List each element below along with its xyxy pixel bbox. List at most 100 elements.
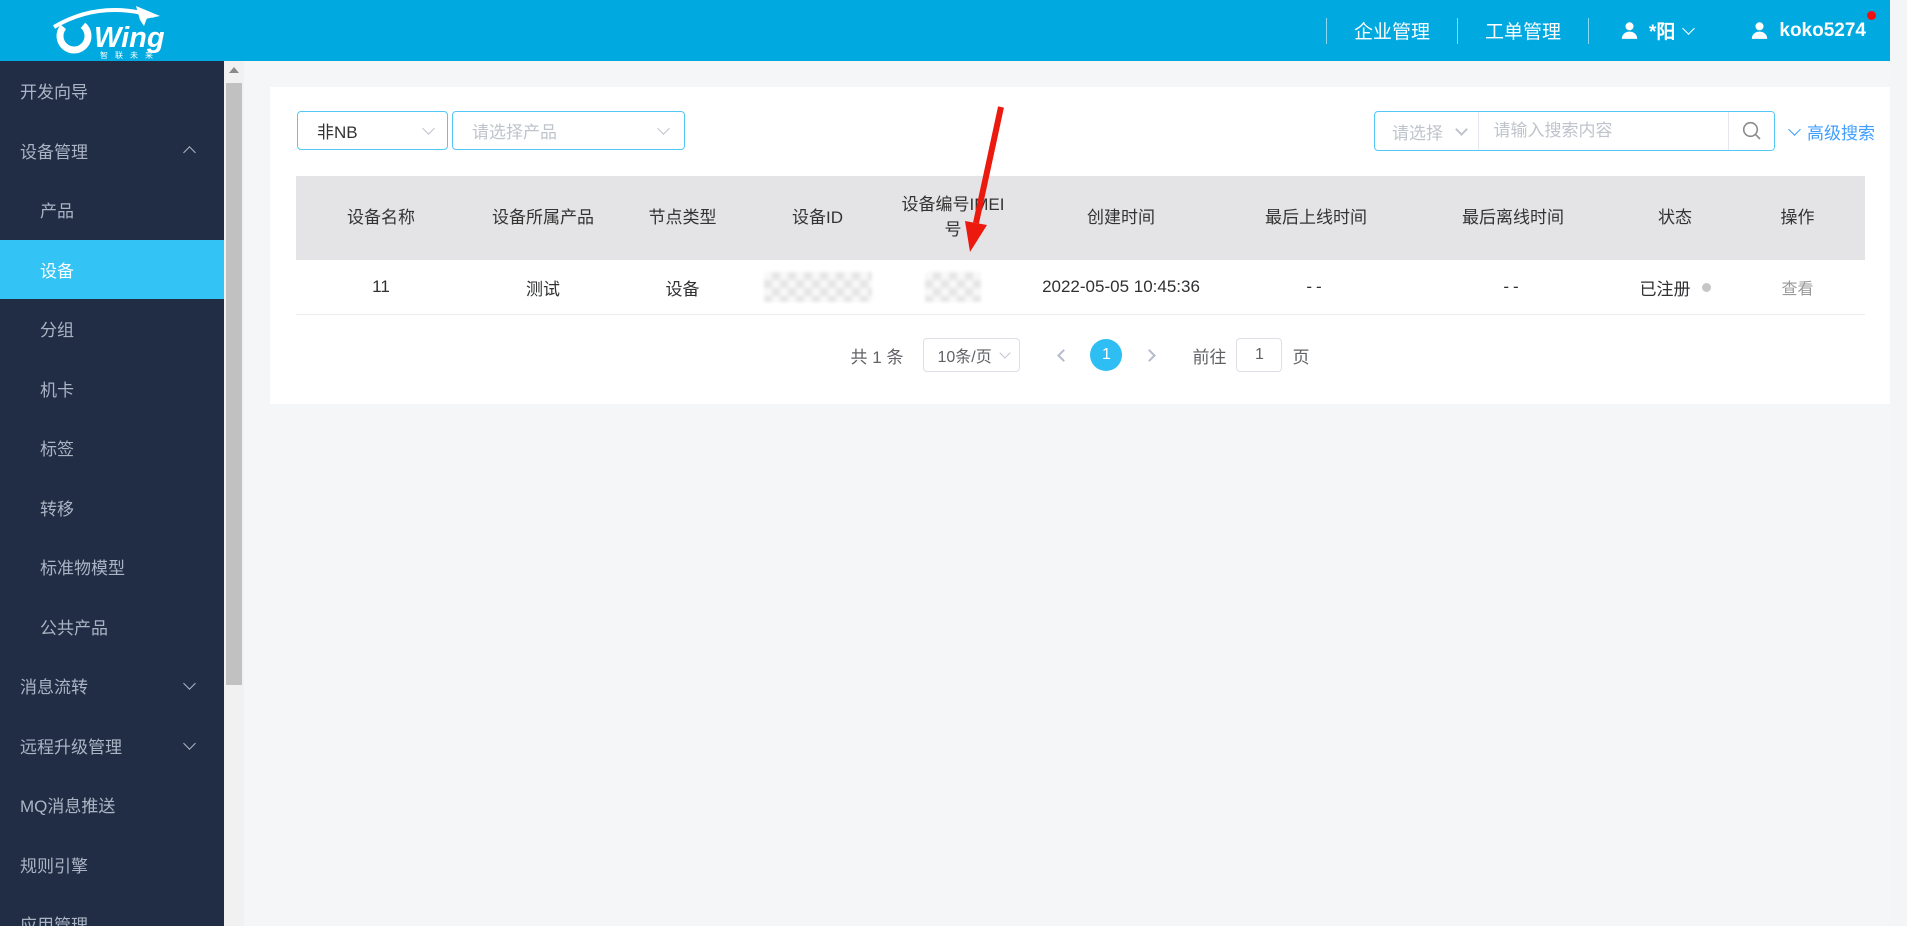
top-bar: Wing 智联未来 企业管理 工单管理 *阳 koko5274: [0, 0, 1890, 61]
goto-page-input[interactable]: [1236, 338, 1283, 372]
search-field-select[interactable]: 请选择: [1375, 112, 1480, 150]
sidebar-item-label: 远程升级管理: [20, 737, 122, 757]
sidebar-item-dev-guide[interactable]: 开发向导: [0, 61, 224, 121]
search-icon: [1742, 121, 1761, 140]
sidebar-item-message-flow[interactable]: 消息流转: [0, 656, 224, 716]
col-last-offline: 最后离线时间: [1462, 207, 1564, 227]
user-name: *阳: [1648, 22, 1676, 43]
sidebar-item-label: 转移: [40, 499, 74, 519]
cell-device-id: [745, 260, 890, 314]
goto-label: 前往: [1192, 347, 1227, 367]
table-header: 设备名称 设备所属产品 节点类型 设备ID 设备编号IMEI号 创建时间 最后上…: [296, 176, 1865, 260]
product-select-placeholder: 请选择产品: [472, 123, 557, 142]
chevron-down-icon: [1788, 122, 1801, 136]
sidebar-item-group[interactable]: 分组: [0, 299, 224, 359]
sidebar-scrollbar: [224, 61, 244, 926]
device-table: 设备名称 设备所属产品 节点类型 设备ID 设备编号IMEI号 创建时间 最后上…: [296, 176, 1865, 315]
advanced-search-label: 高级搜索: [1807, 123, 1875, 143]
next-page-button[interactable]: [1134, 338, 1164, 372]
search-button[interactable]: [1728, 112, 1774, 150]
product-select[interactable]: 请选择产品: [452, 111, 685, 150]
account-menu[interactable]: koko5274: [1749, 10, 1876, 42]
sidebar-item-label: 消息流转: [20, 678, 88, 698]
col-actions: 操作: [1780, 207, 1815, 227]
search-input[interactable]: [1479, 112, 1729, 150]
cell-created-at: 2022-05-05 10:45:36: [1042, 277, 1200, 296]
sidebar: 开发向导 设备管理 产品 设备 分组 机卡 标签 转移 标准物模型 公共产品 消…: [0, 61, 224, 926]
scrollbar-thumb[interactable]: [226, 83, 242, 685]
sidebar-item-label: 开发向导: [20, 83, 88, 103]
chevron-down-icon: [422, 122, 435, 135]
page-size-select[interactable]: 10条/页: [923, 338, 1021, 372]
chevron-up-icon: [183, 145, 196, 159]
sidebar-item-sim-card[interactable]: 机卡: [0, 359, 224, 419]
device-type-value: 非NB: [317, 123, 358, 142]
view-link[interactable]: 查看: [1781, 275, 1813, 299]
sidebar-item-tag[interactable]: 标签: [0, 418, 224, 478]
col-product: 设备所属产品: [492, 207, 594, 227]
advanced-search-link[interactable]: 高级搜索: [1788, 111, 1875, 151]
cell-node-type: 设备: [665, 279, 700, 299]
nav-enterprise-management[interactable]: 企业管理: [1327, 17, 1457, 44]
device-type-select[interactable]: 非NB: [297, 111, 448, 150]
sidebar-item-remote-upgrade[interactable]: 远程升级管理: [0, 716, 224, 776]
account-name: koko5274: [1779, 19, 1866, 41]
chevron-down-icon: [657, 122, 670, 135]
col-created-at: 创建时间: [1087, 207, 1155, 227]
sidebar-item-mq-push[interactable]: MQ消息推送: [0, 775, 224, 835]
notification-dot: [1867, 10, 1876, 20]
cell-last-offline: --: [1503, 277, 1523, 296]
cell-product: 测试: [526, 279, 560, 299]
scrollbar-up-button[interactable]: [224, 61, 244, 79]
col-device-id: 设备ID: [792, 207, 843, 227]
sidebar-item-label: 设备: [40, 261, 74, 281]
search-box: 请选择: [1374, 111, 1775, 151]
sidebar-item-public-product[interactable]: 公共产品: [0, 597, 224, 657]
col-last-online: 最后上线时间: [1265, 207, 1367, 227]
sidebar-item-label: 产品: [40, 202, 74, 222]
sidebar-item-label: 机卡: [40, 380, 74, 400]
sidebar-item-device-management[interactable]: 设备管理: [0, 121, 224, 181]
sidebar-item-label: 公共产品: [40, 618, 108, 638]
chevron-down-icon: [183, 736, 196, 750]
search-field-placeholder: 请选择: [1392, 123, 1443, 143]
page-number-1[interactable]: 1: [1090, 339, 1123, 371]
cell-actions: 查看: [1730, 260, 1865, 314]
sidebar-item-label: 标准物模型: [40, 559, 125, 579]
cell-last-online: --: [1306, 277, 1326, 296]
sidebar-item-rule-engine[interactable]: 规则引擎: [0, 835, 224, 895]
sidebar-item-standard-thing-model[interactable]: 标准物模型: [0, 537, 224, 597]
col-imei: 设备编号IMEI号: [901, 195, 1005, 239]
nav-workorder-management[interactable]: 工单管理: [1458, 17, 1588, 44]
cell-imei: [890, 260, 1016, 314]
goto-page-group: 前往 页: [1192, 338, 1309, 372]
sidebar-item-transfer[interactable]: 转移: [0, 478, 224, 538]
sidebar-item-product[interactable]: 产品: [0, 180, 224, 240]
cell-device-name: 11: [372, 277, 390, 296]
redacted-imei: [925, 272, 981, 302]
page-scrollbar-gutter: [1890, 0, 1907, 926]
chevron-down-icon: [183, 677, 196, 691]
col-status: 状态: [1658, 207, 1692, 227]
sidebar-item-label: 规则引擎: [20, 856, 88, 876]
sidebar-item-label: 应用管理: [20, 916, 88, 926]
col-device-name: 设备名称: [347, 207, 415, 227]
chevron-right-icon: [1143, 348, 1156, 362]
sidebar-item-app-management[interactable]: 应用管理: [0, 894, 224, 926]
top-nav: 企业管理 工单管理 *阳 koko5274: [1325, 0, 1876, 61]
prev-page-button[interactable]: [1048, 338, 1078, 372]
status-text: 已注册: [1639, 279, 1691, 299]
filter-bar: 非NB 请选择产品 请选择 高级搜索: [270, 111, 1890, 151]
table-row: 11 测试 设备 2022-05-05 10:45:36 -- -- 已注册 查…: [296, 260, 1865, 315]
sidebar-item-device[interactable]: 设备: [0, 239, 224, 299]
cell-status: 已注册: [1620, 260, 1730, 314]
user-icon: [1621, 22, 1638, 39]
user-menu[interactable]: *阳: [1589, 17, 1696, 44]
chevron-down-icon: [999, 347, 1012, 359]
pagination-total: 共 1 条: [850, 347, 904, 367]
chevron-down-icon: [1455, 122, 1469, 136]
page-size-value: 10条/页: [937, 349, 992, 366]
status-dot-icon: [1701, 282, 1711, 292]
user-icon: [1752, 22, 1768, 39]
sidebar-item-label: MQ消息推送: [20, 797, 116, 817]
